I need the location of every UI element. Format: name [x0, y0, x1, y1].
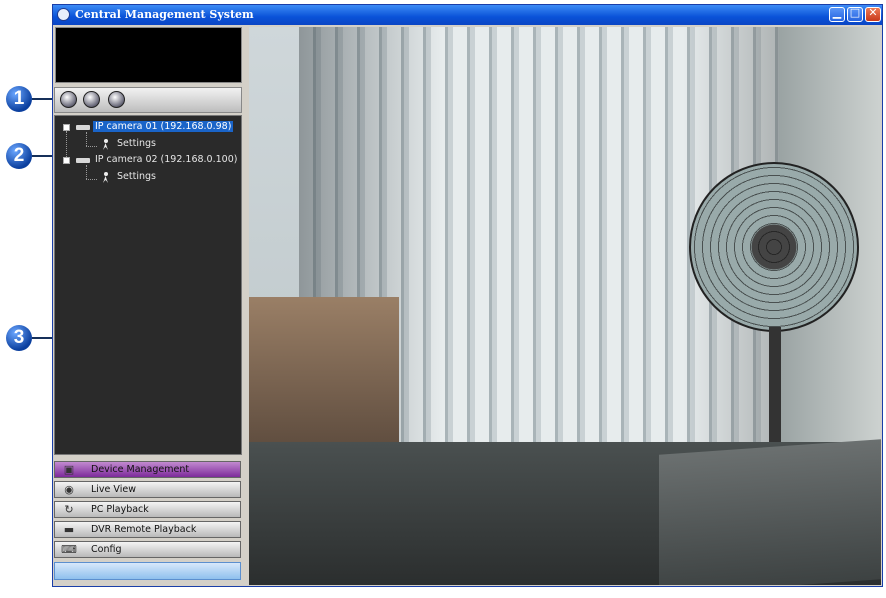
window-title: Central Management System — [75, 8, 254, 21]
minimize-button[interactable] — [829, 6, 845, 22]
tree-item-ip-camera-02[interactable]: IP camera 02 (192.168.0.100) — [93, 154, 239, 165]
menu-footer-strip — [54, 562, 241, 580]
video-scene-boxes — [249, 297, 399, 447]
callout-2-line — [32, 155, 54, 157]
settings-user-icon — [102, 172, 109, 183]
app-icon — [57, 8, 70, 21]
callout-3: 3 — [6, 325, 32, 351]
pc-playback-icon: ↻ — [64, 503, 74, 516]
video-scene-fan-stand — [769, 327, 781, 447]
ip-camera-icon — [76, 158, 90, 163]
tree-root-connector — [66, 131, 67, 157]
preview-pane — [55, 27, 242, 83]
video-scene-device — [659, 439, 881, 585]
help-icon[interactable] — [83, 91, 100, 108]
settings-user-icon — [102, 139, 109, 150]
menu-config[interactable]: ⌨ Config — [54, 541, 241, 558]
callout-1-line — [32, 98, 54, 100]
tree-item-settings-01[interactable]: Settings — [115, 138, 158, 149]
menu-pc-playback[interactable]: ↻ PC Playback — [54, 501, 241, 518]
dvr-remote-playback-icon: ▬ — [63, 523, 75, 536]
tools-icon[interactable] — [108, 91, 125, 108]
callout-1: 1 — [6, 86, 32, 112]
app-window: Central Management System IP camera 01 (… — [52, 4, 883, 587]
close-button[interactable] — [865, 6, 881, 22]
tree-item-settings-02[interactable]: Settings — [115, 171, 158, 182]
device-management-icon: ▣ — [63, 463, 75, 476]
callout-2: 2 — [6, 143, 32, 169]
menu-live-view[interactable]: ◉ Live View — [54, 481, 241, 498]
camera-search-icon[interactable] — [60, 91, 77, 108]
device-tree: IP camera 01 (192.168.0.98) Settings IP … — [54, 115, 242, 455]
collapse-icon[interactable] — [63, 157, 70, 164]
tree-connector — [86, 165, 87, 179]
video-scene-fan — [689, 162, 859, 332]
live-view-icon: ◉ — [64, 483, 74, 496]
ip-camera-icon — [76, 125, 90, 130]
menu-device-management[interactable]: ▣ Device Management — [54, 461, 241, 478]
tree-connector — [86, 179, 97, 180]
config-icon: ⌨ — [61, 543, 77, 556]
title-bar[interactable]: Central Management System — [53, 5, 882, 25]
tree-connector — [86, 132, 87, 146]
restore-button[interactable] — [847, 6, 863, 22]
toolbar — [54, 87, 242, 113]
live-video-view[interactable] — [249, 27, 881, 585]
collapse-icon[interactable] — [63, 124, 70, 131]
menu-dvr-remote-playback[interactable]: ▬ DVR Remote Playback — [54, 521, 241, 538]
tree-connector — [86, 146, 97, 147]
tree-item-ip-camera-01[interactable]: IP camera 01 (192.168.0.98) — [93, 121, 234, 132]
